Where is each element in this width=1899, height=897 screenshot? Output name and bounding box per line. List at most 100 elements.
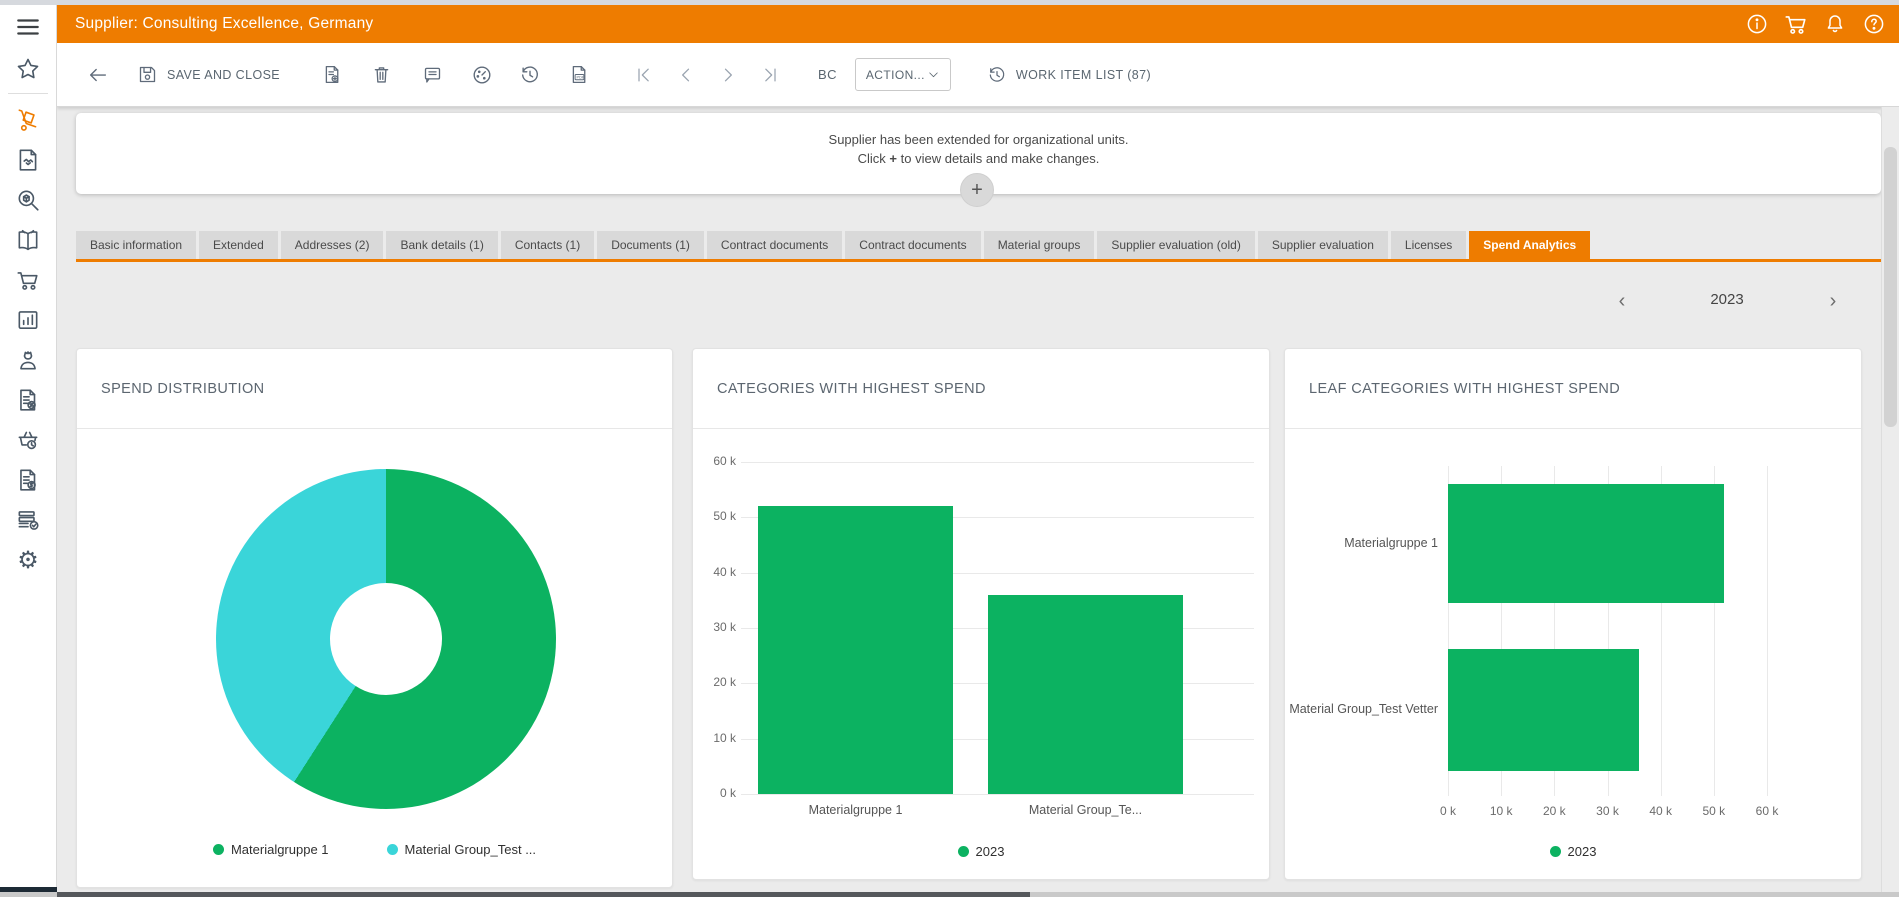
card-title: SPEND DISTRIBUTION	[101, 381, 265, 397]
pdf-icon[interactable]: PDF	[569, 64, 590, 85]
tab-supplier-evaluation[interactable]: Supplier evaluation	[1258, 231, 1388, 259]
app-window: ⚙ Supplier: Consulting Excellence, Germa…	[0, 0, 1899, 897]
shopping-cart-icon[interactable]	[0, 260, 56, 300]
tab-contract-documents[interactable]: Contract documents	[845, 231, 980, 259]
action-dropdown[interactable]: ACTION...	[855, 58, 951, 91]
bc-label: BC	[818, 67, 837, 82]
legend-item-material-group-test[interactable]: Material Group_Test ...	[387, 842, 537, 857]
tab-licenses[interactable]: Licenses	[1391, 231, 1466, 259]
axis-tick-label: 0 k	[693, 786, 736, 800]
legend-item-materialgruppe-1[interactable]: Materialgruppe 1	[213, 842, 329, 857]
document-add-icon[interactable]	[322, 64, 343, 85]
notice-plus-symbol: +	[889, 151, 897, 166]
svg-text:PDF: PDF	[577, 74, 585, 79]
next-year-button[interactable]: ›	[1820, 288, 1846, 314]
contract-handshake-document-icon[interactable]	[0, 140, 56, 180]
spend-distribution-chart: Materialgruppe 1 Material Group_Test ...	[77, 429, 672, 887]
tab-material-groups[interactable]: Material groups	[984, 231, 1095, 259]
vertical-scrollbar[interactable]	[1881, 107, 1899, 892]
leaf-categories-highest-spend-card: LEAF CATEGORIES WITH HIGHEST SPEND 2023 …	[1284, 348, 1862, 880]
donut-legend: Materialgruppe 1 Material Group_Test ...	[77, 842, 672, 857]
horizontal-scrollbar-thumb[interactable]	[57, 892, 1030, 897]
supplier-handtruck-icon[interactable]	[0, 100, 56, 140]
tab-contract-documents[interactable]: Contract documents	[707, 231, 842, 259]
data-approval-list-icon[interactable]	[0, 500, 56, 540]
work-item-list-button[interactable]: WORK ITEM LIST (87)	[987, 65, 1151, 85]
donut-chart[interactable]	[216, 469, 556, 809]
gauge-icon[interactable]	[471, 64, 493, 86]
clock-icon	[987, 65, 1007, 85]
axis-tick-label: 40 k	[1636, 804, 1686, 818]
cart-icon[interactable]	[1783, 11, 1809, 37]
tab-contacts-1[interactable]: Contacts (1)	[501, 231, 594, 259]
axis-tick-label: 30 k	[693, 620, 736, 634]
sidebar: ⚙	[0, 5, 57, 892]
tab-addresses-2[interactable]: Addresses (2)	[281, 231, 384, 259]
bar-material-group-te[interactable]	[988, 595, 1183, 794]
tab-basic-information[interactable]: Basic information	[76, 231, 196, 259]
gridline	[741, 794, 1254, 795]
axis-tick-label: 20 k	[693, 675, 736, 689]
tab-spend-analytics[interactable]: Spend Analytics	[1469, 231, 1590, 259]
axis-tick-label: 0 k	[1423, 804, 1473, 818]
analytics-bar-chart-icon[interactable]	[0, 300, 56, 340]
tab-bank-details-1[interactable]: Bank details (1)	[386, 231, 497, 259]
legend-dot	[387, 844, 398, 855]
previous-year-button[interactable]: ‹	[1609, 288, 1635, 314]
card-header: LEAF CATEGORIES WITH HIGHEST SPEND	[1285, 349, 1861, 429]
catalog-book-icon[interactable]	[0, 220, 56, 260]
legend-label: Material Group_Test ...	[405, 842, 537, 857]
chevron-down-icon	[927, 68, 940, 81]
supplier-user-icon[interactable]	[0, 340, 56, 380]
history-icon[interactable]	[519, 64, 541, 86]
tab-supplier-evaluation-old[interactable]: Supplier evaluation (old)	[1097, 231, 1254, 259]
last-page-icon[interactable]	[760, 65, 780, 85]
back-arrow-icon[interactable]	[87, 64, 109, 86]
info-icon[interactable]	[1744, 11, 1770, 37]
category-label: Material Group_Te...	[985, 803, 1186, 817]
org-units-notice-text: Supplier has been extended for organizat…	[76, 130, 1881, 168]
app-header: Supplier: Consulting Excellence, Germany	[57, 5, 1899, 43]
legal-paragraph-document-icon[interactable]	[0, 460, 56, 500]
gridline	[741, 462, 1254, 463]
bell-icon[interactable]	[1822, 11, 1848, 37]
notice-line-1: Supplier has been extended for organizat…	[76, 130, 1881, 149]
page-title: Supplier: Consulting Excellence, Germany	[75, 15, 373, 33]
order-history-basket-icon[interactable]	[0, 420, 56, 460]
vertical-scrollbar-thumb[interactable]	[1884, 147, 1897, 427]
favorites-star-icon[interactable]	[0, 49, 56, 89]
tab-documents-1[interactable]: Documents (1)	[597, 231, 704, 259]
hamburger-menu-icon[interactable]	[0, 5, 56, 49]
column-chart-legend: 2023	[693, 844, 1269, 859]
sidebar-bottom-strip	[0, 887, 57, 892]
categories-column-chart: 2023 0 k10 k20 k30 k40 k50 k60 kMaterial…	[693, 429, 1269, 879]
axis-tick-label: 30 k	[1583, 804, 1633, 818]
legend-label: 2023	[976, 844, 1005, 859]
product-search-icon[interactable]	[0, 180, 56, 220]
legend-item-2023[interactable]: 2023	[1550, 844, 1597, 859]
bar-chart-legend: 2023	[1285, 844, 1861, 859]
settings-gear-icon[interactable]: ⚙	[0, 540, 56, 580]
axis-tick-label: 50 k	[1689, 804, 1739, 818]
axis-tick-label: 10 k	[693, 731, 736, 745]
first-page-icon[interactable]	[634, 65, 654, 85]
legend-dot	[958, 846, 969, 857]
comment-icon[interactable]	[422, 64, 443, 85]
prev-page-icon[interactable]	[676, 65, 696, 85]
horizontal-scrollbar[interactable]	[0, 892, 1899, 897]
next-page-icon[interactable]	[718, 65, 738, 85]
help-icon[interactable]	[1861, 11, 1887, 37]
legend-item-2023[interactable]: 2023	[958, 844, 1005, 859]
save-and-close-button[interactable]: SAVE AND CLOSE	[137, 64, 280, 85]
tab-extended[interactable]: Extended	[199, 231, 278, 259]
invoice-percent-document-icon[interactable]	[0, 380, 56, 420]
donut-hole	[330, 583, 442, 695]
bar-material-group-test-vetter[interactable]	[1448, 649, 1639, 771]
leaf-categories-bar-chart: 2023 0 k10 k20 k30 k40 k50 k60 kMaterial…	[1285, 429, 1861, 879]
trash-icon[interactable]	[371, 64, 392, 85]
categories-highest-spend-card: CATEGORIES WITH HIGHEST SPEND 2023 0 k10…	[692, 348, 1270, 880]
bar-materialgruppe-1[interactable]	[1448, 484, 1724, 603]
category-label: Material Group_Test Vetter	[1288, 702, 1438, 716]
bar-materialgruppe-1[interactable]	[758, 506, 953, 794]
expand-org-units-button[interactable]: +	[960, 173, 994, 207]
